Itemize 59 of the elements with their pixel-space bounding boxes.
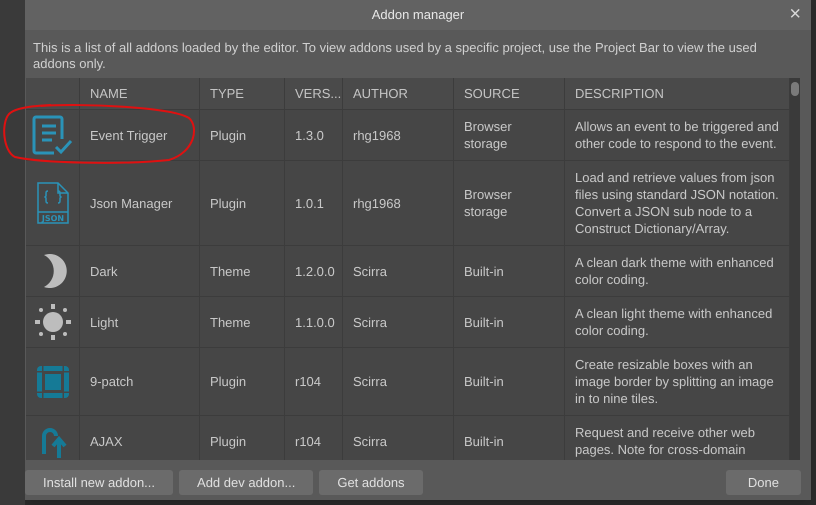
addon-version: r104 — [295, 373, 322, 390]
intro-text: This is a list of all addons loaded by the editor. To view addons used by a specific project, use the Project Bar to view the used addons only. — [33, 40, 758, 72]
addon-author: rhg1968 — [353, 126, 401, 144]
addon-name: AJAX — [90, 432, 123, 450]
sun-icon — [34, 303, 72, 341]
addon-version: 1.1.0.0 — [295, 314, 335, 330]
addon-author: Scirra — [353, 373, 387, 390]
column-header[interactable]: AUTHOR — [343, 78, 454, 109]
addon-row[interactable]: AJAX Plugin r104 Scirra Built-in Request and receive other web pages. Note for cross-domain — [26, 416, 790, 460]
addon-version: r104 — [295, 432, 322, 450]
addon-type: Plugin — [210, 126, 246, 144]
addon-description: Allows an event to be triggered and other code to respond to the event. — [575, 118, 779, 152]
addon-row[interactable]: 9-patch Plugin r104 Scirra Built-in Create resizable boxes with an image border by splitting an image in to nine tiles. — [26, 348, 790, 416]
addon-author: Scirra — [353, 314, 387, 330]
addon-name: Json Manager — [90, 194, 172, 212]
column-header[interactable]: TYPE — [200, 78, 285, 109]
addon-type: Theme — [210, 262, 250, 280]
addon-version: 1.2.0.0 — [295, 262, 335, 280]
addon-row[interactable]: Event Trigger Plugin 1.3.0 rhg1968 Browser storage Allows an event to be triggered and other code to respond to the event. — [26, 110, 790, 161]
footer-button[interactable]: Get addons — [319, 470, 423, 495]
footer-button[interactable]: Add dev addon... — [179, 470, 314, 495]
column-header[interactable]: SOURCE — [454, 78, 565, 109]
addon-description: Request and receive other web pages. Note for cross-domain — [575, 424, 756, 458]
done-button[interactable]: Done — [726, 470, 801, 495]
addon-description: Create resizable boxes with an image border by splitting an image in to nine tiles. — [575, 356, 775, 407]
addon-source: Built-in — [464, 373, 504, 390]
column-header[interactable]: NAME — [80, 78, 200, 109]
addon-row[interactable]: JSON Json Manager Plugin 1.0.1 rhg1968 Browser storage Load and retrieve values from json files using standard JSON notation. Convert a JSON sub node to a Construct Dictionary/Array. — [26, 161, 790, 246]
json-file-icon: JSON — [36, 182, 70, 224]
close-button[interactable]: × — [785, 3, 805, 25]
addon-description: Load and retrieve values from json files using standard JSON notation. Convert a JSON sub node to a Construct Dictionary/Array. — [575, 169, 779, 237]
addon-source: Built-in — [464, 314, 504, 330]
addon-source: Built-in — [464, 262, 504, 280]
checklist-icon — [32, 115, 74, 155]
addon-name: Light — [90, 314, 118, 330]
addon-name: 9-patch — [90, 373, 134, 390]
addon-description: A clean dark theme with enhanced color coding. — [575, 254, 775, 288]
addon-type: Plugin — [210, 432, 246, 450]
dialog-title: Addon manager — [372, 6, 464, 24]
addon-version: 1.0.1 — [295, 194, 324, 212]
addon-description: A clean light theme with enhanced color coding. — [575, 305, 774, 339]
addon-name: Dark — [90, 262, 118, 280]
column-header[interactable]: VERS... — [285, 78, 343, 109]
addon-type: Plugin — [210, 194, 246, 212]
addon-source: Browser storage — [464, 186, 513, 220]
addon-author: rhg1968 — [353, 194, 401, 212]
addon-version: 1.3.0 — [295, 126, 324, 144]
scrollbar[interactable] — [790, 78, 800, 460]
addon-type: Theme — [210, 314, 250, 330]
addon-author: Scirra — [353, 432, 387, 450]
addon-row[interactable]: Light Theme 1.1.0.0 Scirra Built-in A clean light theme with enhanced color coding. — [26, 297, 790, 348]
addon-author: Scirra — [353, 262, 387, 280]
addon-type: Plugin — [210, 373, 246, 390]
footer-button[interactable]: Install new addon... — [25, 470, 174, 495]
addon-source: Browser storage — [464, 118, 513, 152]
grid-icon — [36, 366, 68, 398]
addon-source: Built-in — [464, 432, 504, 450]
addon-name: Event Trigger — [90, 126, 168, 144]
addon-row[interactable]: Dark Theme 1.2.0.0 Scirra Built-in A clean dark theme with enhanced color coding. — [26, 246, 790, 297]
